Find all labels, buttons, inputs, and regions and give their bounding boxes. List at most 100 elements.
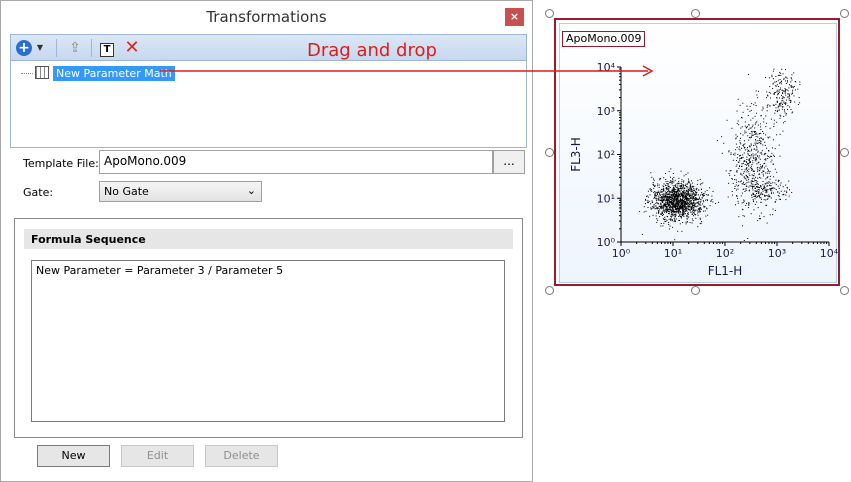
data-point (668, 213, 669, 215)
data-point (666, 206, 668, 208)
data-point (780, 83, 782, 85)
resize-handle[interactable] (840, 9, 849, 18)
data-point (743, 152, 745, 154)
resize-handle[interactable] (691, 286, 700, 295)
export-icon[interactable]: ⇪ (65, 38, 85, 58)
data-point (743, 199, 745, 201)
resize-handle[interactable] (545, 9, 554, 18)
data-point (764, 144, 766, 146)
data-point (760, 166, 762, 168)
list-item[interactable]: New Parameter = Parameter 3 / Parameter … (36, 264, 283, 277)
data-point (755, 149, 757, 151)
data-point (779, 133, 781, 135)
data-point (699, 194, 701, 196)
dot-plot-object[interactable]: 10⁰ 10⁰ 10¹ 10¹ 10² 10² 10³ 10³ 10⁴ 10⁴ FL1-H FL3-H… (545, 9, 849, 295)
data-point (674, 216, 676, 218)
data-point (666, 198, 668, 200)
data-point (769, 178, 771, 180)
add-icon[interactable]: + (14, 38, 34, 58)
tree-item-new-parameter-math[interactable]: New Parameter Math (53, 66, 175, 81)
close-button[interactable]: × (505, 8, 524, 26)
data-point (683, 210, 685, 212)
data-point (730, 152, 732, 154)
data-point (760, 129, 762, 131)
data-point (676, 205, 678, 207)
data-point (754, 142, 756, 144)
data-point (698, 208, 699, 210)
data-point (756, 191, 758, 193)
transformation-tree[interactable]: New Parameter Math (10, 60, 527, 148)
data-point (665, 221, 667, 223)
data-point (690, 183, 692, 185)
tree-connector (21, 73, 33, 74)
data-point (701, 188, 702, 190)
data-point (656, 201, 658, 203)
resize-handle[interactable] (840, 286, 849, 295)
dropdown-icon[interactable]: ▼ (35, 38, 45, 58)
text-icon[interactable]: T (97, 38, 117, 58)
data-point (754, 187, 756, 189)
data-point (734, 186, 736, 187)
resize-handle[interactable] (691, 9, 700, 18)
data-point (769, 105, 771, 107)
data-point (758, 161, 760, 163)
data-point (690, 210, 691, 212)
data-point (668, 198, 670, 200)
data-point (788, 195, 790, 197)
template-file-label: Template File: (23, 157, 99, 170)
data-point (655, 202, 657, 204)
data-point (682, 188, 684, 190)
resize-handle[interactable] (545, 148, 554, 157)
resize-handle[interactable] (545, 286, 554, 295)
data-point (729, 170, 731, 172)
data-point (693, 197, 695, 199)
data-point (643, 211, 645, 213)
data-point (791, 77, 792, 79)
data-point (784, 91, 786, 93)
data-point (666, 191, 668, 193)
formula-list[interactable]: New Parameter = Parameter 3 / Parameter … (31, 260, 505, 422)
data-point (792, 87, 794, 89)
data-point (770, 155, 772, 157)
gate-select[interactable]: No Gate ⌄ (99, 181, 262, 202)
data-point (745, 161, 747, 163)
data-point (774, 168, 776, 170)
data-point (754, 159, 756, 161)
data-point (777, 94, 779, 96)
text-glyph: T (100, 43, 114, 57)
data-point (754, 180, 756, 181)
title-bar[interactable]: Transformations × (1, 1, 532, 34)
data-point (769, 185, 771, 186)
data-point (756, 163, 758, 165)
data-point (760, 186, 762, 188)
new-button[interactable]: New (37, 445, 110, 467)
data-point (684, 206, 686, 208)
data-point (669, 192, 671, 194)
data-point (733, 153, 734, 155)
data-point (784, 92, 786, 94)
data-point (683, 212, 685, 214)
data-point (695, 188, 697, 190)
browse-button[interactable]: ... (493, 150, 525, 174)
delete-button[interactable]: Delete (205, 445, 278, 467)
data-point (777, 91, 779, 93)
resize-handle[interactable] (840, 148, 849, 157)
data-point (767, 158, 769, 160)
data-point (763, 118, 765, 120)
data-point (753, 195, 755, 197)
data-point (747, 176, 749, 178)
data-point (746, 179, 748, 181)
data-point (750, 165, 752, 167)
data-point (662, 190, 664, 192)
data-point (694, 198, 696, 200)
data-point (682, 211, 684, 213)
template-file-input[interactable]: ApoMono.009 (99, 150, 493, 174)
delete-icon[interactable]: ✕ (122, 38, 142, 58)
data-point (769, 77, 771, 79)
data-point (756, 157, 757, 159)
data-point (675, 205, 677, 207)
data-point (668, 201, 670, 203)
data-point (676, 198, 678, 200)
edit-button[interactable]: Edit (121, 445, 194, 467)
data-point (700, 211, 702, 213)
